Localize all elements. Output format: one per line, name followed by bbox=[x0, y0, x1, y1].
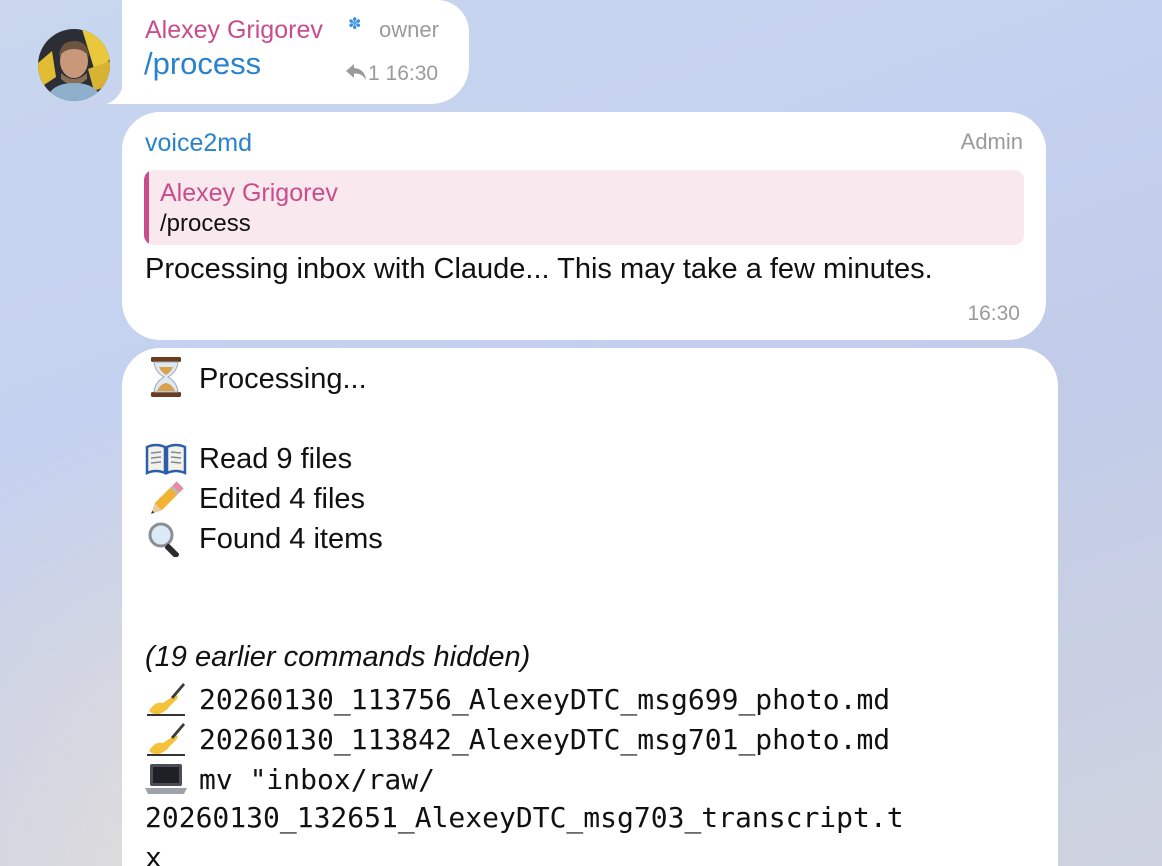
reply-count[interactable]: 1 bbox=[368, 62, 380, 85]
stat-text: Found 4 items bbox=[199, 522, 383, 555]
reply-quote[interactable]: Alexey Grigorev /process bbox=[144, 170, 1024, 245]
quote-text: /process bbox=[160, 210, 251, 237]
message-bubble-progress[interactable]: Processing... Read 9 files Edited 4 file… bbox=[122, 348, 1058, 866]
reply-arrow-icon[interactable] bbox=[344, 62, 368, 85]
writing-hand-icon bbox=[145, 681, 187, 717]
stat-text: Edited 4 files bbox=[199, 482, 366, 515]
laptop-icon bbox=[145, 761, 187, 797]
hourglass-icon bbox=[145, 357, 187, 397]
status-text: Processing... bbox=[199, 362, 367, 395]
stat-line-read: Read 9 files bbox=[145, 441, 352, 477]
sender-name[interactable]: Alexey Grigorev bbox=[145, 16, 323, 45]
message-bubble-bot[interactable]: voice2md Admin Alexey Grigorev /process … bbox=[122, 112, 1046, 340]
message-meta: 1 16:30 bbox=[344, 62, 438, 86]
command-text[interactable]: /process bbox=[144, 46, 261, 82]
writing-hand-icon bbox=[145, 721, 187, 757]
stat-text: Read 9 files bbox=[199, 442, 353, 475]
stat-line-edited: Edited 4 files bbox=[145, 481, 365, 517]
open-book-icon bbox=[145, 441, 187, 477]
quote-sender: Alexey Grigorev bbox=[160, 179, 338, 207]
command-continuation-text: x bbox=[145, 841, 162, 866]
command-continuation: x bbox=[145, 841, 162, 866]
hidden-note-text: (19 earlier commands hidden) bbox=[145, 641, 531, 673]
command-line: 20260130_113842_AlexeyDTC_msg701_photo.m… bbox=[145, 721, 890, 757]
stat-line-found: Found 4 items bbox=[145, 521, 383, 558]
message-time: 16:30 bbox=[967, 302, 1020, 325]
command-text: 20260130_113756_AlexeyDTC_msg699_photo.m… bbox=[199, 682, 891, 716]
avatar[interactable] bbox=[38, 29, 110, 101]
message-bubble-user[interactable]: Alexey Grigorev ✽ owner /process 1 16:30 bbox=[122, 0, 469, 104]
magnifier-icon bbox=[145, 521, 187, 558]
pencil-icon bbox=[145, 481, 187, 517]
sender-name[interactable]: voice2md bbox=[145, 129, 252, 158]
role-label: owner bbox=[379, 17, 439, 42]
quote-bar bbox=[144, 170, 149, 245]
command-line: mv "inbox/raw/ bbox=[145, 761, 435, 797]
command-text: mv "inbox/raw/ bbox=[199, 762, 436, 796]
star-badge-icon: ✽ bbox=[348, 16, 362, 33]
command-continuation: 20260130_132651_AlexeyDTC_msg703_transcr… bbox=[145, 801, 904, 834]
command-continuation-text: 20260130_132651_AlexeyDTC_msg703_transcr… bbox=[145, 801, 904, 834]
hidden-note: (19 earlier commands hidden) bbox=[145, 641, 530, 674]
status-line: Processing... bbox=[145, 357, 367, 397]
command-text: 20260130_113842_AlexeyDTC_msg701_photo.m… bbox=[199, 722, 891, 756]
role-label: Admin bbox=[960, 129, 1023, 154]
command-line: 20260130_113756_AlexeyDTC_msg699_photo.m… bbox=[145, 681, 890, 717]
message-text: Processing inbox with Claude... This may… bbox=[145, 253, 933, 285]
message-time: 16:30 bbox=[385, 62, 439, 85]
